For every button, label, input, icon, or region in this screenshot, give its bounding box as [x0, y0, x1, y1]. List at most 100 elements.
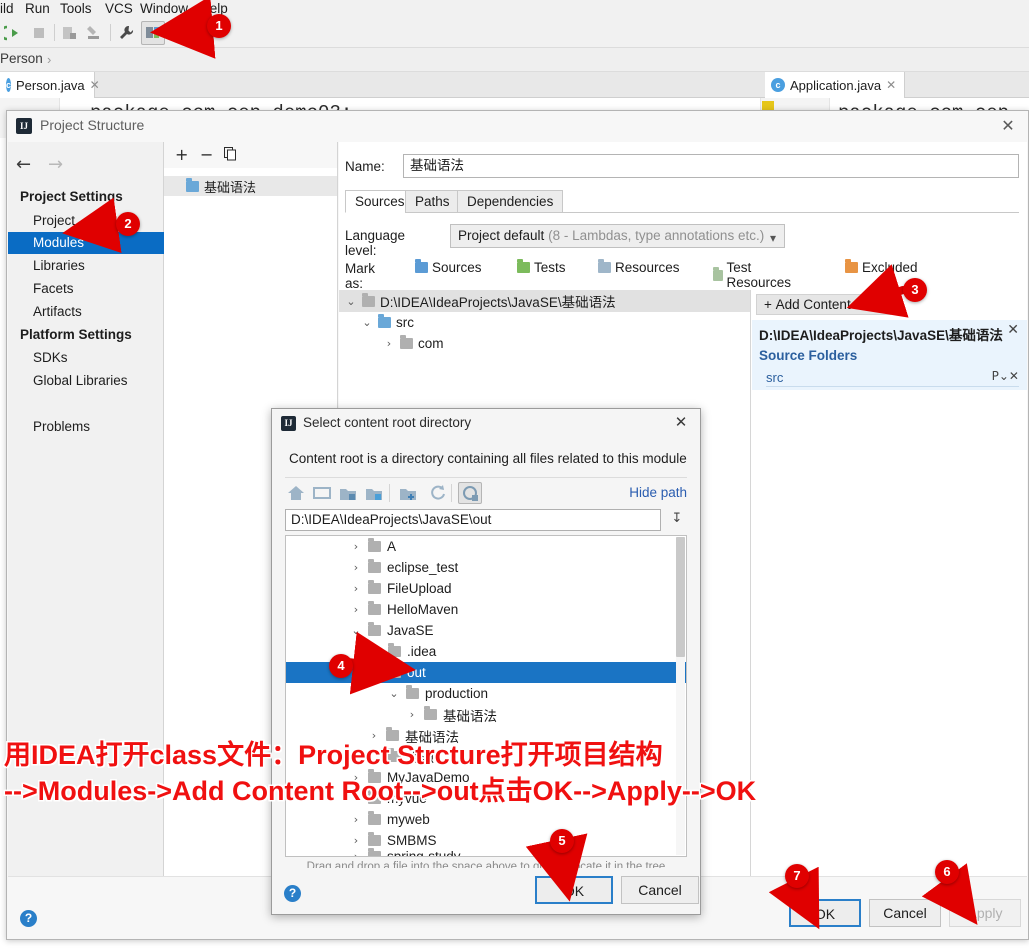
hide-path-link[interactable]: Hide path [629, 485, 687, 500]
module-tabstrip: Sources Paths Dependencies [345, 190, 1019, 213]
forward-arrow-icon[interactable]: → [48, 154, 63, 175]
file-tree-row[interactable]: › eclipse_test [286, 557, 686, 578]
chevron-down-icon[interactable]: ⌄ [350, 624, 362, 637]
menu-item-window[interactable]: Window [140, 1, 188, 16]
file-tree-label: HelloMaven [387, 602, 459, 617]
chevron-right-icon[interactable]: › [350, 561, 362, 574]
annotation-badge-7: 7 [785, 864, 809, 888]
chevron-right-icon[interactable]: › [350, 582, 362, 595]
close-icon[interactable]: ✕ [998, 116, 1018, 136]
file-tree-row[interactable]: › myweb [286, 809, 686, 830]
close-icon[interactable]: ✕ [90, 78, 100, 92]
help-icon[interactable]: ? [284, 885, 301, 902]
module-name-input[interactable]: 基础语法 [403, 154, 1019, 178]
menu-item-tools[interactable]: Tools [60, 1, 92, 16]
tab-paths[interactable]: Paths [405, 190, 460, 213]
breadcrumb-person[interactable]: Person [0, 51, 43, 66]
chevron-right-icon[interactable]: › [350, 813, 362, 826]
chevron-right-icon[interactable]: › [350, 603, 362, 616]
settings-wrench-icon[interactable] [117, 24, 135, 42]
sidebar-item-libraries[interactable]: Libraries [8, 255, 164, 277]
tab-dependencies[interactable]: Dependencies [457, 190, 564, 213]
mark-as-sources-label: Sources [432, 260, 482, 275]
module-list-item-basic-syntax[interactable]: 基础语法 [164, 176, 337, 196]
language-level-hint: (8 - Lambdas, type annotations etc.) [548, 228, 765, 243]
mark-as-sources[interactable]: Sources [415, 259, 482, 275]
remove-module-icon[interactable]: − [200, 145, 213, 164]
annotation-note-line-1: 用IDEA打开class文件：Project Strcture打开项目结构 [4, 740, 663, 770]
file-tree-row[interactable]: ⌄ JavaSE [286, 620, 686, 641]
content-root-card: D:\IDEA\IdeaProjects\JavaSE\基础语法 ✕ Sourc… [752, 320, 1027, 390]
close-icon[interactable]: ✕ [886, 78, 896, 92]
cancel-button[interactable]: Cancel [869, 899, 941, 927]
sidebar-item-modules[interactable]: Modules [8, 232, 164, 254]
mark-as-tests[interactable]: Tests [517, 259, 566, 275]
mark-as-test-resources[interactable]: Test Resources [713, 260, 795, 290]
project-folder-icon[interactable] [337, 483, 359, 503]
folder-icon [368, 601, 381, 615]
chevron-down-icon[interactable]: ⌄ [345, 295, 357, 308]
folder-icon [368, 848, 381, 856]
path-history-icon[interactable]: ↧ [667, 511, 687, 529]
chevron-down-icon[interactable]: ⌄ [388, 687, 400, 700]
mark-as-resources[interactable]: Resources [598, 259, 680, 275]
file-tree-row[interactable]: › 基础语法 [286, 704, 686, 725]
module-folder-icon[interactable] [363, 483, 385, 503]
mark-as-excluded[interactable]: Excluded [845, 259, 918, 275]
tree-row[interactable]: ⌄ src [339, 312, 750, 333]
sidebar-item-sdks[interactable]: SDKs [8, 347, 164, 369]
menu-item-build[interactable]: ild [0, 1, 14, 16]
copy-module-icon[interactable] [224, 147, 238, 161]
editor-tab-person[interactable]: c Person.java ✕ [0, 72, 100, 98]
save-icon[interactable] [175, 24, 193, 42]
file-tree-row[interactable]: › FileUpload [286, 578, 686, 599]
home-icon[interactable] [285, 483, 307, 503]
build-project-icon[interactable] [60, 24, 78, 42]
sources-folder-icon [415, 259, 428, 273]
tree-row[interactable]: ⌄ D:\IDEA\IdeaProjects\JavaSE\基础语法 [339, 290, 750, 312]
file-tree-row[interactable]: › A [286, 536, 686, 557]
sidebar-item-project[interactable]: Project [8, 210, 164, 232]
add-content-root-button[interactable]: + Add Content Root [756, 294, 891, 315]
file-tree-row[interactable]: › spring-study [286, 846, 686, 856]
cancel-button[interactable]: Cancel [621, 876, 699, 904]
source-folder-actions[interactable]: P⌄✕ [992, 369, 1019, 383]
scrollbar-thumb[interactable] [676, 537, 685, 657]
sidebar-item-facets[interactable]: Facets [8, 278, 164, 300]
source-folder-icon [378, 314, 391, 328]
new-folder-icon[interactable] [397, 483, 419, 503]
tree-row[interactable]: › com [339, 333, 750, 354]
folder-icon [400, 335, 413, 349]
remove-content-root-icon[interactable]: ✕ [1007, 322, 1019, 338]
sidebar-item-global-libraries[interactable]: Global Libraries [8, 370, 164, 392]
folder-icon [368, 811, 381, 825]
ok-button[interactable]: OK [535, 876, 613, 904]
menu-item-vcs[interactable]: VCS [105, 1, 133, 16]
file-tree-row[interactable]: ⌄ production [286, 683, 686, 704]
refresh-icon[interactable] [427, 483, 449, 503]
folder-icon [362, 292, 375, 307]
sidebar-item-artifacts[interactable]: Artifacts [8, 301, 164, 323]
rebuild-icon[interactable] [85, 24, 103, 42]
help-icon[interactable]: ? [20, 910, 37, 927]
sidebar-item-problems[interactable]: Problems [8, 416, 164, 438]
file-tree-row[interactable]: › HelloMaven [286, 599, 686, 620]
run-icon[interactable] [4, 24, 22, 42]
path-input[interactable]: D:\IDEA\IdeaProjects\JavaSE\out [285, 509, 661, 531]
close-icon[interactable]: ✕ [672, 414, 690, 432]
back-arrow-icon[interactable]: ← [16, 154, 31, 175]
test-resources-folder-icon [713, 266, 723, 281]
desktop-icon[interactable] [311, 483, 333, 503]
chevron-right-icon[interactable]: › [383, 337, 395, 350]
mark-as-tests-label: Tests [534, 260, 566, 275]
chevron-down-icon[interactable]: ⌄ [361, 316, 373, 329]
language-level-combobox[interactable]: Project default (8 - Lambdas, type annot… [450, 224, 785, 248]
menu-item-run[interactable]: Run [25, 1, 50, 16]
chevron-right-icon[interactable]: › [350, 540, 362, 553]
chevron-right-icon[interactable]: › [350, 850, 362, 856]
add-module-icon[interactable]: + [175, 145, 188, 164]
chevron-right-icon[interactable]: › [406, 708, 418, 721]
ok-button[interactable]: OK [789, 899, 861, 927]
editor-tab-application[interactable]: c Application.java ✕ [765, 72, 905, 98]
sidebar-group-platform-settings: Platform Settings [20, 327, 132, 342]
